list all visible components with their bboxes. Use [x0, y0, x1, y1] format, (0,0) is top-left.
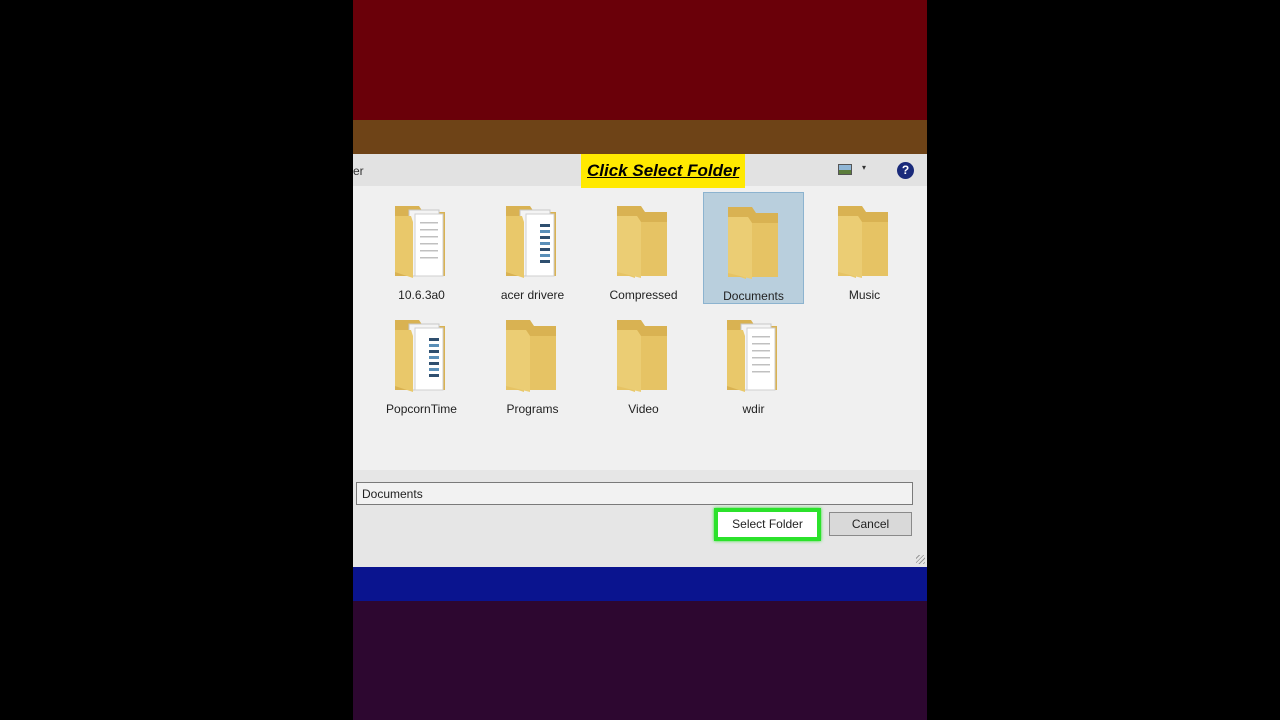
- select-folder-button[interactable]: Select Folder: [714, 508, 821, 541]
- folder-item-documents[interactable]: Documents: [703, 192, 804, 304]
- view-options-icon[interactable]: [838, 164, 852, 175]
- folder-label: wdir: [742, 402, 765, 416]
- folder-label: Video: [628, 402, 659, 416]
- background-band-brown: [353, 120, 927, 154]
- help-icon[interactable]: ?: [897, 162, 914, 179]
- folder-label: PopcornTime: [386, 402, 457, 416]
- view-menu-arrow-icon[interactable]: ▾: [862, 163, 866, 172]
- folder-icon: [506, 206, 556, 278]
- folder-label: Compressed: [609, 288, 678, 302]
- folder-label: Documents: [723, 289, 784, 303]
- resize-grip-icon[interactable]: [916, 555, 925, 564]
- folder-icon: [728, 207, 778, 279]
- folder-item-video[interactable]: Video: [593, 306, 694, 418]
- folder-icon: [395, 206, 445, 278]
- folder-list: 10.6.3a0 acer drivere Compressed Documents M…: [353, 186, 927, 470]
- annotation-text: Click Select Folder: [587, 161, 740, 180]
- folder-icon: [617, 206, 667, 278]
- folder-item-acer-drivere[interactable]: acer drivere: [482, 192, 583, 304]
- select-folder-dialog: er ▾ ? 10.6.3a0 acer drivere Compressed Doc…: [353, 154, 927, 567]
- folder-icon: [838, 206, 888, 278]
- background-band-blue: [353, 567, 927, 601]
- folder-icon: [727, 320, 777, 392]
- background-band-purple: [353, 601, 927, 720]
- folder-label: Music: [848, 288, 881, 302]
- folder-label: acer drivere: [500, 288, 565, 302]
- dialog-footer: Select Folder Cancel: [353, 470, 927, 567]
- video-frame: er ▾ ? 10.6.3a0 acer drivere Compressed Doc…: [353, 0, 927, 720]
- folder-item-wdir[interactable]: wdir: [703, 306, 804, 418]
- folder-icon: [506, 320, 556, 392]
- dialog-title-fragment: er: [353, 164, 364, 178]
- folder-icon: [617, 320, 667, 392]
- folder-icon: [395, 320, 445, 392]
- tutorial-annotation: Click Select Folder: [581, 154, 745, 188]
- folder-item-music[interactable]: Music: [814, 192, 915, 304]
- cancel-button[interactable]: Cancel: [829, 512, 912, 536]
- folder-item-programs[interactable]: Programs: [482, 306, 583, 418]
- folder-name-input[interactable]: [356, 482, 913, 505]
- folder-label: 10.6.3a0: [398, 288, 445, 302]
- folder-item-10-6-3a0[interactable]: 10.6.3a0: [371, 192, 472, 304]
- folder-label: Programs: [506, 402, 559, 416]
- folder-item-compressed[interactable]: Compressed: [593, 192, 694, 304]
- background-band-red: [353, 0, 927, 120]
- folder-item-popcorntime[interactable]: PopcornTime: [371, 306, 472, 418]
